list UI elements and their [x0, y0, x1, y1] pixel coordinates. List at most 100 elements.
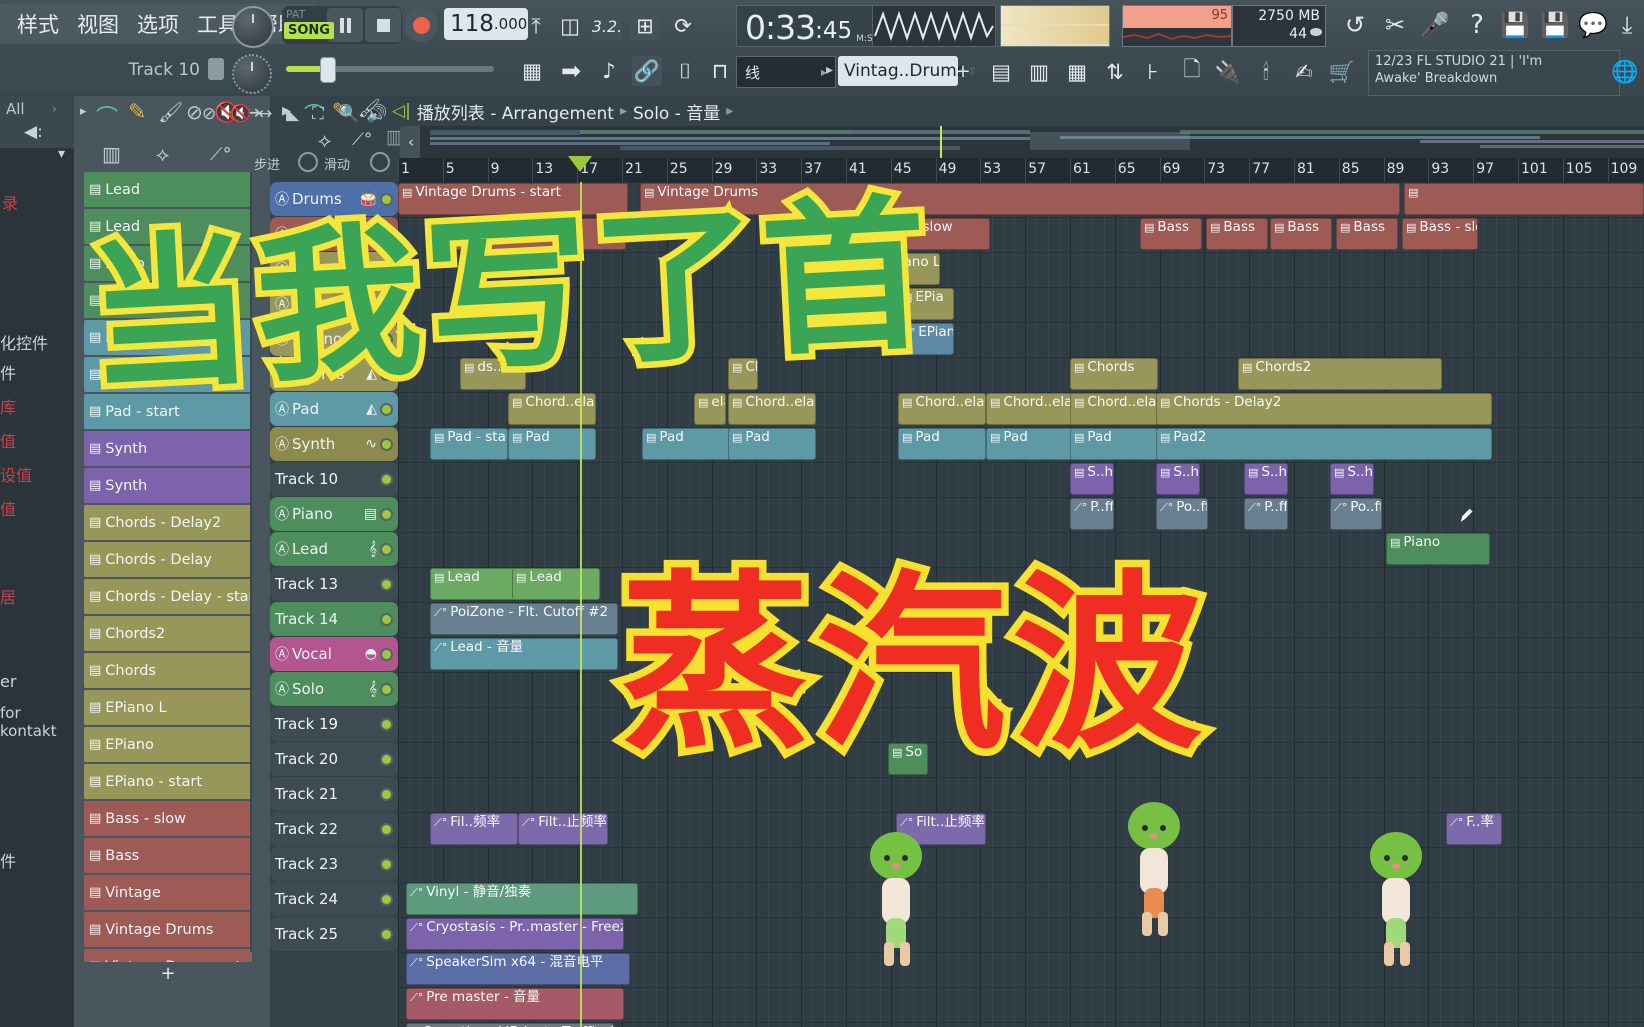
playlist-clip[interactable]: ▤ EPia [898, 288, 954, 320]
track-header[interactable]: Track 14 [270, 602, 398, 636]
help-icon[interactable]: ? [1462, 10, 1492, 40]
track-enable-led[interactable] [380, 927, 393, 941]
track-auto-icon[interactable]: Ⓐ [275, 259, 289, 279]
track-header[interactable]: Track 19 [270, 707, 398, 741]
track-enable-led[interactable] [380, 227, 393, 241]
playlist-clip[interactable]: ▤ [1404, 183, 1644, 215]
metronome-icon[interactable]: ◫ [556, 12, 584, 40]
pattern-selector[interactable]: Vintag..Drums ⇕ [838, 56, 977, 86]
pattern-item[interactable]: ▤ Bass - slow [84, 801, 252, 836]
playlist-clip[interactable]: ⟋° PoiZone - Flt. Cutoff #2 [430, 603, 618, 635]
playlist-icon[interactable]: ▥ [1024, 56, 1054, 88]
track-header[interactable]: Track 25 [270, 917, 398, 951]
track-header[interactable]: Ⓐ Lead 𝄞 [270, 532, 398, 566]
track-enable-led[interactable] [380, 437, 393, 451]
track-header[interactable]: Track 13 [270, 567, 398, 601]
playlist-clip[interactable]: ▤ S..h [1070, 463, 1114, 495]
playlist-clip[interactable]: ▤ Pad [642, 428, 730, 460]
playlist-clip[interactable]: ⟋°EPiano [898, 323, 954, 355]
playlist-clip[interactable]: ▤ Pad [508, 428, 596, 460]
pattern-item[interactable]: ▤ Piano [84, 283, 252, 318]
track-header[interactable]: Track 21 [270, 777, 398, 811]
playlist-clip[interactable]: ▤ S..h [1156, 463, 1200, 495]
step-toggle[interactable] [298, 152, 318, 172]
playlist-clip[interactable]: ▤ EPiano L [866, 253, 940, 285]
track-header[interactable]: Ⓐ Bass 𝄢 [270, 217, 398, 251]
pattern-song-toggle[interactable]: PAT SONG [282, 6, 334, 44]
track-enable-led[interactable] [380, 577, 393, 591]
automation-clip-icon[interactable]: ⟋° [210, 144, 232, 165]
track-auto-icon[interactable]: Ⓐ [275, 644, 289, 664]
mixer-icon[interactable]: ▦ [1062, 56, 1092, 88]
tool-playback-icon[interactable]: 🔊 [366, 104, 387, 124]
browser-item-0[interactable]: 录 [2, 190, 18, 214]
browser-item-10[interactable]: 件 [0, 848, 16, 872]
browser-item-2[interactable]: 件 [0, 360, 16, 384]
playlist-clip[interactable]: ⇥Cymatics - LIF..lanta Traffic 4 [406, 1023, 614, 1027]
playlist-clip[interactable]: ⟋° Po..ff [1330, 498, 1382, 530]
track-enable-led[interactable] [380, 612, 393, 626]
tool-slice-icon[interactable]: ◣ [286, 104, 299, 124]
track-enable-led[interactable] [380, 332, 393, 346]
browser-item-9[interactable]: for kontakt [0, 704, 74, 740]
playlist-clip[interactable]: ▤Ch [728, 358, 758, 390]
master-volume-knob[interactable] [232, 54, 272, 94]
pattern-item[interactable]: ▤ Chords - Delay - start [84, 579, 252, 614]
pattern-item[interactable]: ▤ Lead [84, 209, 252, 244]
playlist-clip[interactable]: ▤elay [694, 393, 726, 425]
add-pattern-button[interactable]: + [84, 962, 252, 984]
pattern-item[interactable]: ▤ Pad2 [84, 320, 252, 355]
master-pitch-knob[interactable] [232, 6, 274, 48]
cart-icon[interactable]: 🛒 [1328, 56, 1356, 88]
playlist-clip[interactable]: ▤ S..h [1330, 463, 1374, 495]
tool-mute-icon[interactable]: ⊘ [202, 104, 216, 124]
pattern-item[interactable]: ▤ Synth [84, 468, 252, 503]
playlist-clip[interactable]: ▤ Pad [728, 428, 816, 460]
browser-item-1[interactable]: 化控件 [0, 330, 48, 354]
track-header[interactable]: Ⓐ Drums 🥁 [270, 182, 398, 216]
pattern-list[interactable]: ▤ Lead ▤ Lead ▤ Piano ▤ Piano ▤ Pad2 ▤ Pad ▤ Pad - st… [84, 172, 252, 962]
pattern-item[interactable]: ▤ Chords2 [84, 616, 252, 651]
playlist-clip[interactable]: ▤Bass - slow [1402, 218, 1478, 250]
playlist-clip[interactable]: ▤ So [888, 743, 928, 775]
stop-button[interactable] [365, 8, 401, 42]
track-header[interactable]: Track 20 [270, 742, 398, 776]
track-auto-icon[interactable]: Ⓐ [275, 539, 289, 559]
pattern-item[interactable]: ▤ EPiano - start [84, 764, 252, 799]
picker-expand-icon[interactable]: ▸ [80, 104, 87, 119]
globe-icon[interactable]: 🌐 [1611, 58, 1638, 86]
breadcrumb-arrangement[interactable]: 播放列表 - Arrangement [417, 99, 614, 124]
playlist-clip[interactable]: ▤ Lead [512, 568, 600, 600]
track-auto-icon[interactable]: Ⓐ [275, 434, 289, 454]
audio-clip-icon[interactable]: ⟡ [156, 142, 169, 166]
playlist-clip[interactable]: ⟋° P..ff [1070, 498, 1114, 530]
pattern-item[interactable]: ▤ Vintage Drums [84, 912, 252, 947]
track-header[interactable]: Ⓐ ◭ [270, 252, 398, 286]
track-auto-icon[interactable]: Ⓐ [275, 504, 289, 524]
magnet-green-icon[interactable]: ⌒ [96, 100, 118, 132]
time-display[interactable]: 0:33 :45 M:S:CS [736, 5, 888, 47]
track-header[interactable]: Ⓐ Solo 𝄞 [270, 672, 398, 706]
playlist-clip[interactable]: ⟋° SpeakerSim x64 - 混音电平 [406, 953, 630, 985]
track-header-list[interactable]: Ⓐ Drums 🥁 Ⓐ Bass 𝄢 Ⓐ ◭ Ⓐ ◭ Ⓐ EPiano ◭ Ⓐ Chords ◭ Ⓐ Pad ◭ Ⓐ S… [270, 182, 398, 972]
playlist-clip[interactable]: ▤ Vintage Drums - start [398, 183, 628, 215]
track-header[interactable]: Ⓐ Piano ▤ [270, 497, 398, 531]
track-enable-led[interactable] [380, 752, 393, 766]
track-auto-icon[interactable]: Ⓐ [275, 364, 289, 384]
track-header[interactable]: Ⓐ EPiano ◭ [270, 322, 398, 356]
channel-rack-icon[interactable]: ▤ [986, 56, 1016, 88]
arrow-right-icon[interactable]: ➡ [556, 56, 586, 86]
track-enable-led[interactable] [380, 402, 393, 416]
tool-zoom-icon[interactable]: 🔍 [338, 104, 359, 124]
playlist-clip[interactable]: ▤ Bass [426, 218, 626, 250]
track-header[interactable]: Ⓐ Vocal ◓ [270, 637, 398, 671]
transport-controls[interactable]: PAT SONG [282, 6, 402, 44]
playlist-clip[interactable]: ▤ Piano [1386, 533, 1490, 565]
browser-item-5[interactable]: 设值 [0, 462, 32, 486]
pattern-item[interactable]: ▤ Lead [84, 172, 252, 207]
link-icon[interactable]: 🔗 [632, 56, 662, 86]
magnet-icon[interactable]: ⊓ [706, 56, 734, 86]
playlist-clip[interactable]: ▤ Chord..elay [728, 393, 816, 425]
track-enable-led[interactable] [380, 822, 393, 836]
knob-icon[interactable]: ⌷ [670, 56, 700, 86]
